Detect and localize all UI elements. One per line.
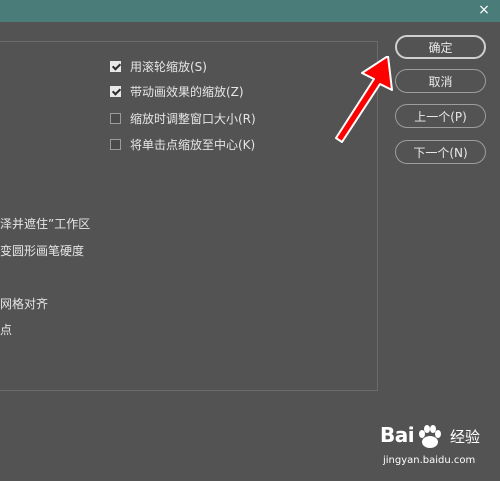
round-brush-hardness-option-text[interactable]: 变圆形画笔硬度	[0, 242, 84, 259]
previous-button[interactable]: 上一个(P)	[395, 104, 486, 128]
checkbox-unchecked-icon[interactable]	[110, 112, 121, 124]
zoom-with-scroll-wheel-option[interactable]: 用滚轮缩放(S)	[110, 57, 207, 75]
option-label: 用滚轮缩放(S)	[130, 59, 207, 74]
next-button[interactable]: 下一个(N)	[395, 140, 486, 164]
watermark-jingyan-text: 经验	[450, 428, 481, 446]
checkbox-unchecked-icon[interactable]	[110, 138, 121, 150]
cancel-button[interactable]: 取消	[395, 69, 486, 93]
watermark-logo-text: Bai	[380, 423, 415, 447]
baidu-jingyan-watermark: Bai 经验 jingyan.baidu.com	[380, 423, 495, 471]
close-icon[interactable]: ×	[474, 0, 494, 20]
option-label: 缩放时调整窗口大小(R)	[130, 111, 256, 126]
dialog-title-bar: ×	[0, 0, 500, 22]
ok-button[interactable]: 确定	[395, 35, 486, 59]
watermark-url: jingyan.baidu.com	[383, 455, 476, 466]
checkbox-checked-icon[interactable]	[110, 85, 121, 97]
select-and-mask-option-text[interactable]: 泽并遮住”工作区	[0, 215, 90, 232]
option-label: 带动画效果的缩放(Z)	[130, 84, 244, 99]
checkbox-checked-icon[interactable]	[110, 60, 121, 72]
animated-zoom-option[interactable]: 带动画效果的缩放(Z)	[110, 82, 244, 100]
snap-to-grid-option-text[interactable]: 网格对齐	[0, 295, 48, 312]
point-option-text[interactable]: 点	[0, 321, 12, 338]
paw-icon	[419, 425, 441, 448]
zoom-clicked-point-to-center-option[interactable]: 将单击点缩放至中心(K)	[110, 135, 255, 153]
option-label: 将单击点缩放至中心(K)	[130, 137, 256, 152]
red-arrow-annotation-icon	[335, 56, 393, 143]
resize-window-on-zoom-option[interactable]: 缩放时调整窗口大小(R)	[110, 109, 256, 127]
